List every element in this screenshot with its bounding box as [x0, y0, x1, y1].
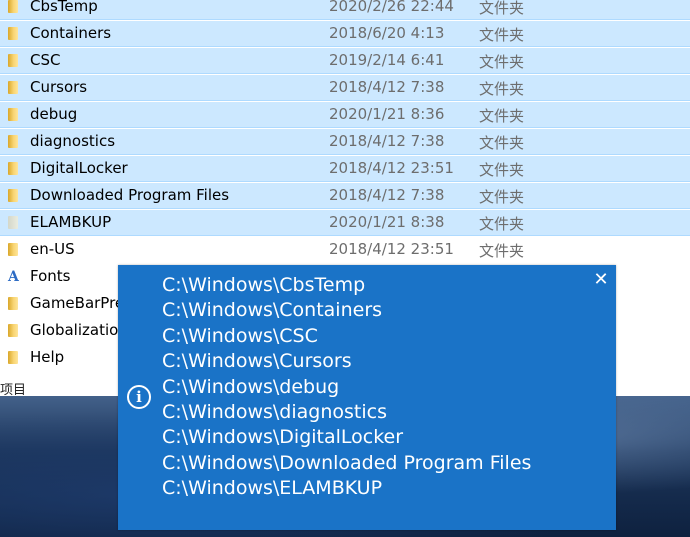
- file-date: 2020/1/21 8:36: [329, 105, 445, 123]
- file-date: 2018/4/12 23:51: [329, 240, 454, 258]
- file-row[interactable]: debug 2020/1/21 8:36 文件夹: [0, 102, 690, 128]
- file-row[interactable]: DigitalLocker 2018/4/12 23:51 文件夹: [0, 156, 690, 182]
- folder-icon: [8, 135, 18, 148]
- file-date: 2018/4/12 7:38: [329, 132, 445, 150]
- file-date: 2018/4/12 23:51: [329, 159, 454, 177]
- folder-pale-icon: [8, 216, 18, 229]
- file-row[interactable]: ELAMBKUP 2020/1/21 8:38 文件夹: [0, 210, 690, 236]
- file-name: en-US: [30, 240, 75, 258]
- file-name: diagnostics: [30, 132, 116, 150]
- file-row[interactable]: Containers 2018/6/20 4:13 文件夹: [0, 21, 690, 47]
- file-date: 2020/2/26 22:44: [329, 0, 454, 15]
- file-type: 文件夹: [479, 107, 525, 125]
- file-type: 文件夹: [479, 215, 525, 233]
- file-type: 文件夹: [479, 80, 525, 98]
- folder-icon: [8, 162, 18, 175]
- file-name: ELAMBKUP: [30, 213, 112, 231]
- file-type: 文件夹: [479, 26, 525, 44]
- file-name: Cursors: [30, 78, 88, 96]
- file-row[interactable]: Downloaded Program Files 2018/4/12 7:38 文件…: [0, 183, 690, 209]
- folder-icon: [8, 54, 18, 67]
- folder-icon: [8, 297, 18, 310]
- file-name: DigitalLocker: [30, 159, 128, 177]
- file-type: 文件夹: [479, 161, 525, 179]
- file-row[interactable]: CSC 2019/2/14 6:41 文件夹: [0, 48, 690, 74]
- file-row[interactable]: en-US 2018/4/12 23:51 文件夹: [0, 237, 690, 263]
- folder-icon: [8, 324, 18, 337]
- file-row[interactable]: diagnostics 2018/4/12 7:38 文件夹: [0, 129, 690, 155]
- info-icon: i: [127, 385, 151, 409]
- path-list: C:\Windows\CbsTemp C:\Windows\Containers C…: [162, 273, 531, 502]
- file-date: 2018/4/12 7:38: [329, 186, 445, 204]
- folder-icon: [8, 243, 18, 256]
- file-type: 文件夹: [479, 188, 525, 206]
- folder-icon: [8, 189, 18, 202]
- file-date: 2020/1/21 8:38: [329, 213, 445, 231]
- file-name: Globalization: [30, 321, 128, 339]
- path-item: C:\Windows\diagnostics: [162, 401, 387, 424]
- file-date: 2018/6/20 4:13: [329, 24, 445, 42]
- file-name: GameBarPre: [30, 294, 125, 312]
- file-date: 2019/2/14 6:41: [329, 51, 445, 69]
- path-item: C:\Windows\Cursors: [162, 350, 352, 373]
- folder-icon: [8, 108, 18, 121]
- file-name: Downloaded Program Files: [30, 186, 230, 204]
- folder-icon: [8, 0, 18, 13]
- file-name: Containers: [30, 24, 112, 42]
- path-item: C:\Windows\ELAMBKUP: [162, 477, 383, 500]
- file-name: CSC: [30, 51, 61, 69]
- file-date: 2018/4/12 7:38: [329, 78, 445, 96]
- folder-icon: [8, 81, 18, 94]
- file-type: 文件夹: [479, 53, 525, 71]
- file-name: Help: [30, 348, 65, 366]
- file-type: 文件夹: [479, 0, 525, 17]
- notification-popup: ✕ i C:\Windows\CbsTemp C:\Windows\Contain…: [118, 265, 616, 530]
- path-item: C:\Windows\CbsTemp: [162, 274, 366, 296]
- folder-icon: [8, 351, 18, 364]
- file-row[interactable]: CbsTemp 2020/2/26 22:44 文件夹: [0, 0, 690, 20]
- file-name: Fonts: [30, 267, 71, 285]
- close-icon[interactable]: ✕: [591, 269, 611, 291]
- file-name: CbsTemp: [30, 0, 98, 15]
- file-row[interactable]: Cursors 2018/4/12 7:38 文件夹: [0, 75, 690, 101]
- path-item: C:\Windows\Downloaded Program Files: [162, 451, 532, 474]
- path-item: C:\Windows\Containers: [162, 299, 383, 322]
- folder-icon: [8, 27, 18, 40]
- path-item: C:\Windows\CSC: [162, 324, 318, 347]
- path-item: C:\Windows\debug: [162, 375, 340, 398]
- file-name: debug: [30, 105, 78, 123]
- fonts-folder-icon: A: [8, 269, 19, 285]
- path-item: C:\Windows\DigitalLocker: [162, 426, 404, 449]
- file-type: 文件夹: [479, 134, 525, 152]
- status-bar-text: 项目: [0, 383, 27, 398]
- file-type: 文件夹: [479, 242, 525, 260]
